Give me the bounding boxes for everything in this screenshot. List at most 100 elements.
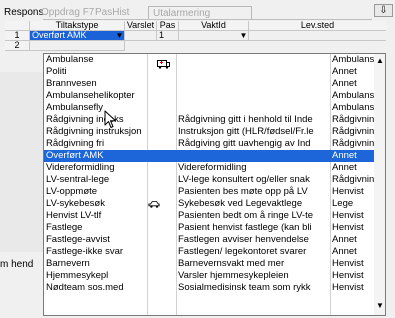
- item-name: Fastlege: [46, 222, 83, 233]
- item-desc: [178, 102, 328, 114]
- pin-icon[interactable]: ⇩: [374, 4, 393, 17]
- item-lev: Ambulanse: [332, 102, 374, 113]
- scroll-down-arrow-icon[interactable]: ▼: [374, 301, 385, 311]
- item-name: Brannvesen: [46, 78, 97, 89]
- col-header-pas[interactable]: Pas: [157, 21, 179, 31]
- item-name: Henvist LV-tlf: [46, 210, 102, 221]
- item-lev: Henvist: [332, 258, 364, 269]
- col-header-tiltakstype[interactable]: Tiltakstype: [30, 21, 125, 31]
- item-name: Rådgivning instruksjon: [46, 126, 142, 137]
- list-item[interactable]: Fastlege-ikke svar Fastlegen/ legekontor…: [44, 246, 374, 258]
- item-name: Overført AMK: [46, 150, 104, 161]
- item-desc: [178, 66, 328, 78]
- list-item[interactable]: Videreformidling Videreformidling Annet: [44, 162, 374, 174]
- item-lev: Ambulanse: [332, 90, 374, 101]
- car-icon: [148, 201, 160, 208]
- item-name: Rådgivning fri: [46, 138, 105, 149]
- tab-pashist[interactable]: PasHist: [95, 6, 129, 20]
- list-item[interactable]: LV-sentral-lege LV-lege konsultert og/el…: [44, 174, 374, 186]
- list-item[interactable]: Nødteam sos.med Sosialmedisinsk team som…: [44, 282, 374, 294]
- tiltakstype-combo[interactable]: Overført AMK: [30, 31, 125, 41]
- list-item[interactable]: Henvist LV-tlf Pasienten bedt om å ringe…: [44, 210, 374, 222]
- item-lev: Annet: [332, 162, 357, 173]
- tab-oppdrag[interactable]: Oppdrag F7: [41, 6, 94, 20]
- item-desc: [178, 150, 328, 162]
- item-lev: Henvist: [332, 210, 364, 221]
- background-text: m hend: [0, 259, 34, 270]
- item-lev: Ambulanse: [332, 54, 374, 65]
- item-name: LV-oppmøte: [46, 186, 98, 197]
- col-header-varslet[interactable]: Varslet: [125, 21, 157, 31]
- levsted-cell[interactable]: [249, 31, 387, 41]
- chevron-down-icon[interactable]: ▼: [239, 32, 248, 40]
- item-name: LV-sentral-lege: [46, 174, 110, 185]
- item-lev: Lege: [332, 198, 354, 209]
- list-item[interactable]: Politi Annet: [44, 66, 374, 78]
- row-number: 1: [5, 31, 30, 41]
- dropdown-scrollbar[interactable]: ▲ ▼: [374, 54, 385, 315]
- item-lev: Annet: [332, 246, 357, 257]
- list-item[interactable]: LV-oppmøte Pasienten bes møte opp på LV …: [44, 186, 374, 198]
- list-item[interactable]: Rådgivning fri Rådgiving gitt uavhengig …: [44, 138, 374, 150]
- item-desc: [178, 54, 328, 66]
- item-desc: Fastlegen avviser henvendelse: [178, 234, 309, 245]
- item-desc: Pasienten bes møte opp på LV: [178, 186, 308, 197]
- item-desc: LV-lege konsultert og/eller snak: [178, 174, 310, 185]
- list-item[interactable]: Fastlege Pasient henvist fastlege (kan b…: [44, 222, 374, 234]
- list-item[interactable]: Ambulansehelikopter Ambulanse: [44, 90, 374, 102]
- item-lev: Annet: [332, 78, 357, 89]
- col-header-vaktid[interactable]: VaktId: [179, 21, 249, 31]
- item-desc: Sosialmedisinsk team som rykk: [178, 282, 311, 293]
- list-item[interactable]: Brannvesen Annet: [44, 78, 374, 90]
- right-edge: [386, 21, 395, 318]
- item-lev: Rådgivninc: [332, 174, 374, 185]
- item-name: Hjemmesykepl: [46, 270, 109, 281]
- mouse-cursor-icon: [104, 110, 116, 128]
- tiltakstype-dropdown[interactable]: Ambulanse Ambulanse Politi Annet Brannve…: [43, 53, 386, 316]
- tab-bar: Respons Oppdrag F7 PasHist Utalarmering: [0, 6, 372, 20]
- tiltakstype-cell[interactable]: [30, 41, 125, 51]
- varslet-cell[interactable]: [125, 31, 157, 41]
- item-name: Ambulanse: [46, 54, 94, 65]
- row-number: 2: [5, 41, 30, 51]
- item-name: Barnevern: [46, 258, 90, 269]
- item-lev: Annet: [332, 234, 357, 245]
- item-name: Rådgivning indeks: [46, 114, 124, 125]
- item-lev: Annet: [332, 66, 357, 77]
- list-item[interactable]: Ambulanse Ambulanse: [44, 54, 374, 69]
- item-name: LV-sykebesøk: [46, 198, 105, 209]
- item-lev: Annet: [332, 150, 357, 161]
- list-item[interactable]: Rådgivning instruksjon Instruksjon gitt …: [44, 126, 374, 138]
- item-name: Fastlege-avvist: [46, 234, 110, 245]
- item-desc: Pasient henvist fastlege (kan bli: [178, 222, 312, 233]
- item-lev: Henvist: [332, 270, 364, 281]
- item-lev: Rådgivninc: [332, 126, 374, 137]
- item-desc: Varsler hjemmesykepleien: [178, 270, 289, 281]
- item-desc: Rådgiving gitt uavhengig av Ind: [178, 138, 311, 149]
- background-form: [0, 72, 44, 252]
- item-name: Fastlege-ikke svar: [46, 246, 124, 257]
- tab-respons[interactable]: Respons: [4, 6, 43, 20]
- item-desc: [178, 90, 328, 102]
- item-name: Ambulansefly: [46, 102, 104, 113]
- item-desc: Sykebesøk ved Legevaktlege: [178, 198, 303, 209]
- item-desc: [178, 78, 328, 90]
- tab-utalarmering[interactable]: Utalarmering: [148, 6, 252, 19]
- list-item[interactable]: Fastlege-avvist Fastlegen avviser henven…: [44, 234, 374, 246]
- item-name: Ambulansehelikopter: [46, 90, 135, 101]
- list-item[interactable]: LV-sykebesøk Sykebesøk ved Legevaktlege …: [44, 198, 374, 210]
- item-desc: Fastlegen/ legekontoret svarer: [178, 246, 307, 257]
- item-desc: Videreformidling: [178, 162, 247, 173]
- scroll-up-arrow-icon[interactable]: ▲: [374, 56, 385, 66]
- chevron-down-icon[interactable]: ▼: [115, 32, 124, 40]
- list-item[interactable]: Barnevern Barnevernsvakt med mer Henvist: [44, 258, 374, 270]
- list-item-selected[interactable]: Overført AMK Annet: [44, 150, 374, 162]
- pas-cell[interactable]: 1: [157, 31, 179, 41]
- col-header-levsted[interactable]: Lev.sted: [249, 21, 387, 31]
- item-name: Videreformidling: [46, 162, 115, 173]
- list-item[interactable]: Ambulansefly Ambulanse: [44, 102, 374, 114]
- list-item[interactable]: Hjemmesykepl Varsler hjemmesykepleien He…: [44, 270, 374, 282]
- grid-corner: [5, 21, 30, 31]
- item-lev: Henvist: [332, 282, 364, 293]
- list-item[interactable]: Rådgivning indeks Rådgivning gitt i henh…: [44, 114, 374, 126]
